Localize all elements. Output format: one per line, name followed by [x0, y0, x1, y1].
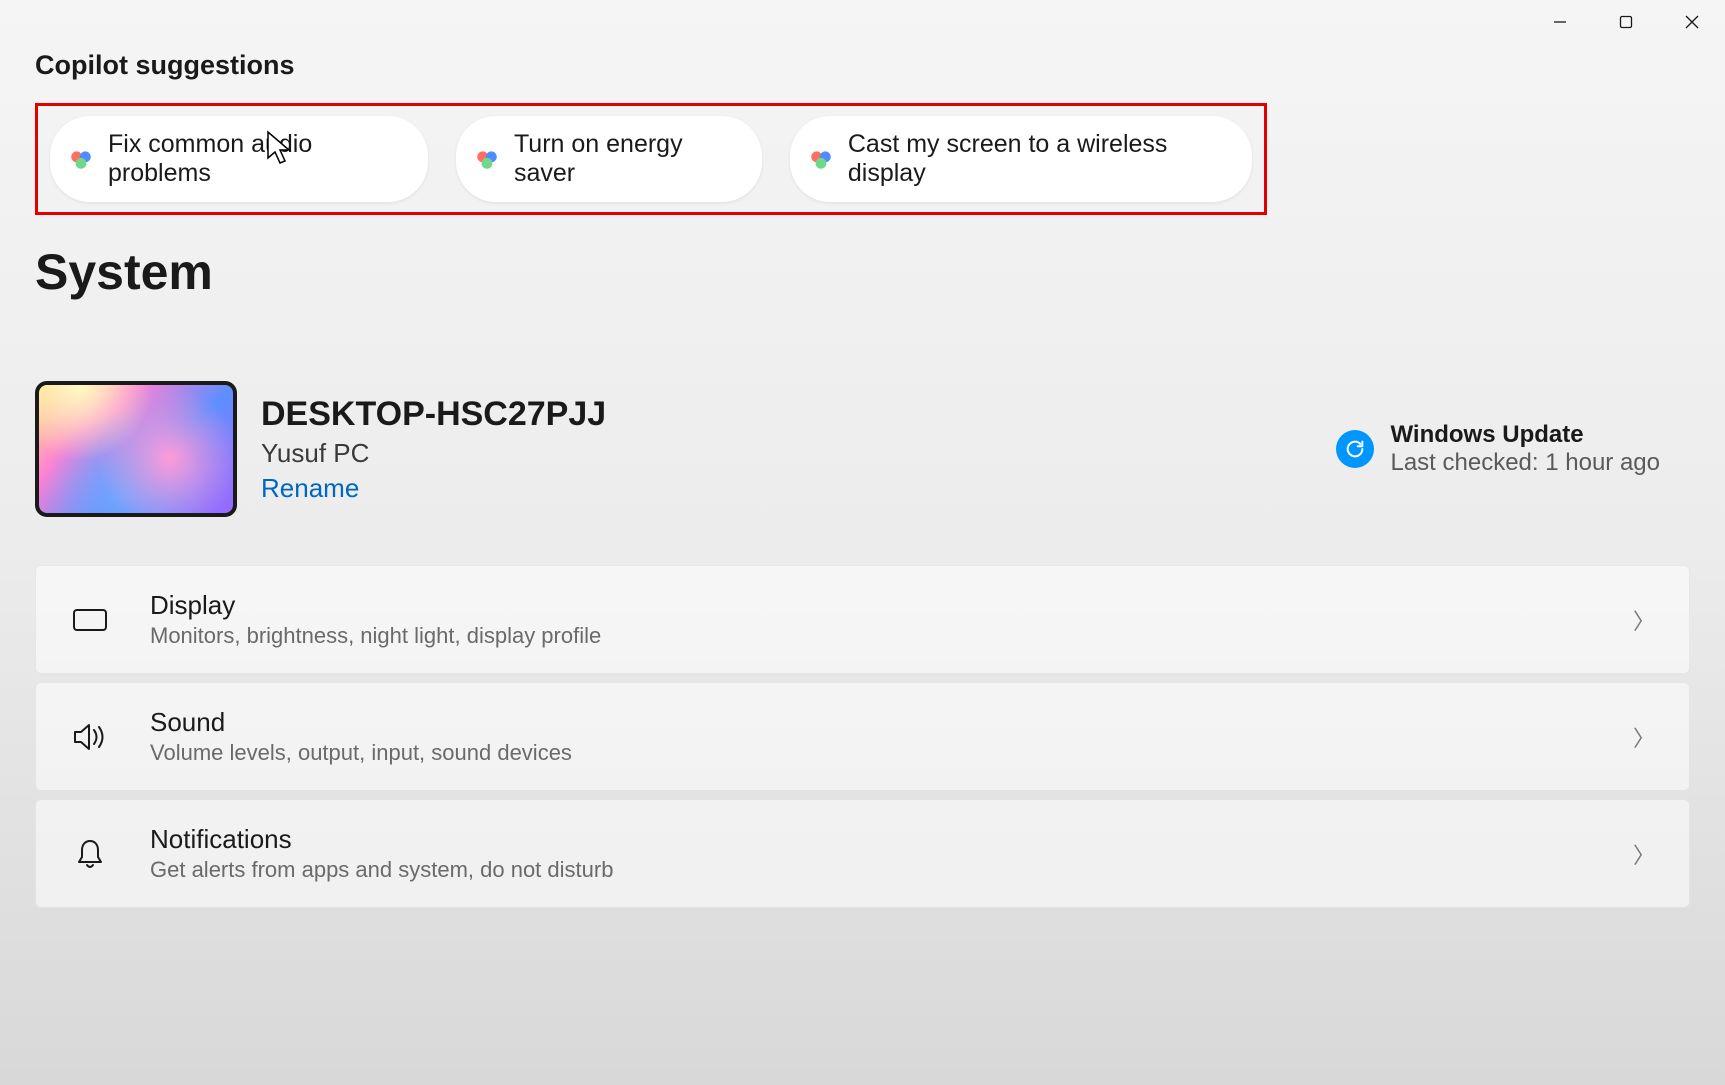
settings-item-sub: Volume levels, output, input, sound devi…: [150, 740, 1593, 766]
settings-item-notifications[interactable]: Notifications Get alerts from apps and s…: [35, 799, 1690, 908]
chevron-right-icon: 〉: [1633, 721, 1655, 753]
copilot-pill-label: Turn on energy saver: [514, 130, 732, 188]
copilot-pill-label: Cast my screen to a wireless display: [848, 130, 1222, 188]
copilot-pill-audio[interactable]: Fix common audio problems: [50, 116, 428, 202]
copilot-suggestions-header: Copilot suggestions: [35, 50, 1690, 81]
settings-list: Display Monitors, brightness, night ligh…: [35, 565, 1690, 908]
display-icon: [70, 607, 110, 633]
copilot-icon: [808, 146, 834, 172]
copilot-pill-energy[interactable]: Turn on energy saver: [456, 116, 762, 202]
chevron-right-icon: 〉: [1633, 838, 1655, 870]
copilot-pill-label: Fix common audio problems: [108, 130, 398, 188]
device-name: DESKTOP-HSC27PJJ: [261, 395, 1312, 434]
settings-item-sub: Monitors, brightness, night light, displ…: [150, 623, 1593, 649]
minimize-button[interactable]: [1527, 0, 1593, 44]
device-info: DESKTOP-HSC27PJJ Yusuf PC Rename: [261, 395, 1312, 504]
update-title: Windows Update: [1390, 421, 1660, 449]
update-icon: [1336, 430, 1374, 468]
settings-item-title: Sound: [150, 707, 1593, 738]
page-title: System: [35, 243, 1690, 301]
settings-item-sub: Get alerts from apps and system, do not …: [150, 857, 1593, 883]
copilot-icon: [474, 146, 500, 172]
close-button[interactable]: [1659, 0, 1725, 44]
device-row: DESKTOP-HSC27PJJ Yusuf PC Rename Windows…: [35, 381, 1690, 517]
update-subtitle: Last checked: 1 hour ago: [1390, 449, 1660, 477]
copilot-icon: [68, 146, 94, 172]
settings-item-display[interactable]: Display Monitors, brightness, night ligh…: [35, 565, 1690, 674]
rename-link[interactable]: Rename: [261, 473, 359, 504]
settings-item-sound[interactable]: Sound Volume levels, output, input, soun…: [35, 682, 1690, 791]
wallpaper-thumbnail[interactable]: [35, 381, 237, 517]
settings-item-title: Display: [150, 590, 1593, 621]
bell-icon: [70, 838, 110, 870]
sound-icon: [70, 722, 110, 752]
windows-update-block[interactable]: Windows Update Last checked: 1 hour ago: [1336, 421, 1660, 477]
copilot-pill-cast[interactable]: Cast my screen to a wireless display: [790, 116, 1252, 202]
device-subtitle: Yusuf PC: [261, 438, 1312, 469]
maximize-button[interactable]: [1593, 0, 1659, 44]
window-controls: [1527, 0, 1725, 44]
settings-item-title: Notifications: [150, 824, 1593, 855]
copilot-suggestions-highlight: Fix common audio problems Turn on energy…: [35, 103, 1267, 215]
chevron-right-icon: 〉: [1633, 604, 1655, 636]
